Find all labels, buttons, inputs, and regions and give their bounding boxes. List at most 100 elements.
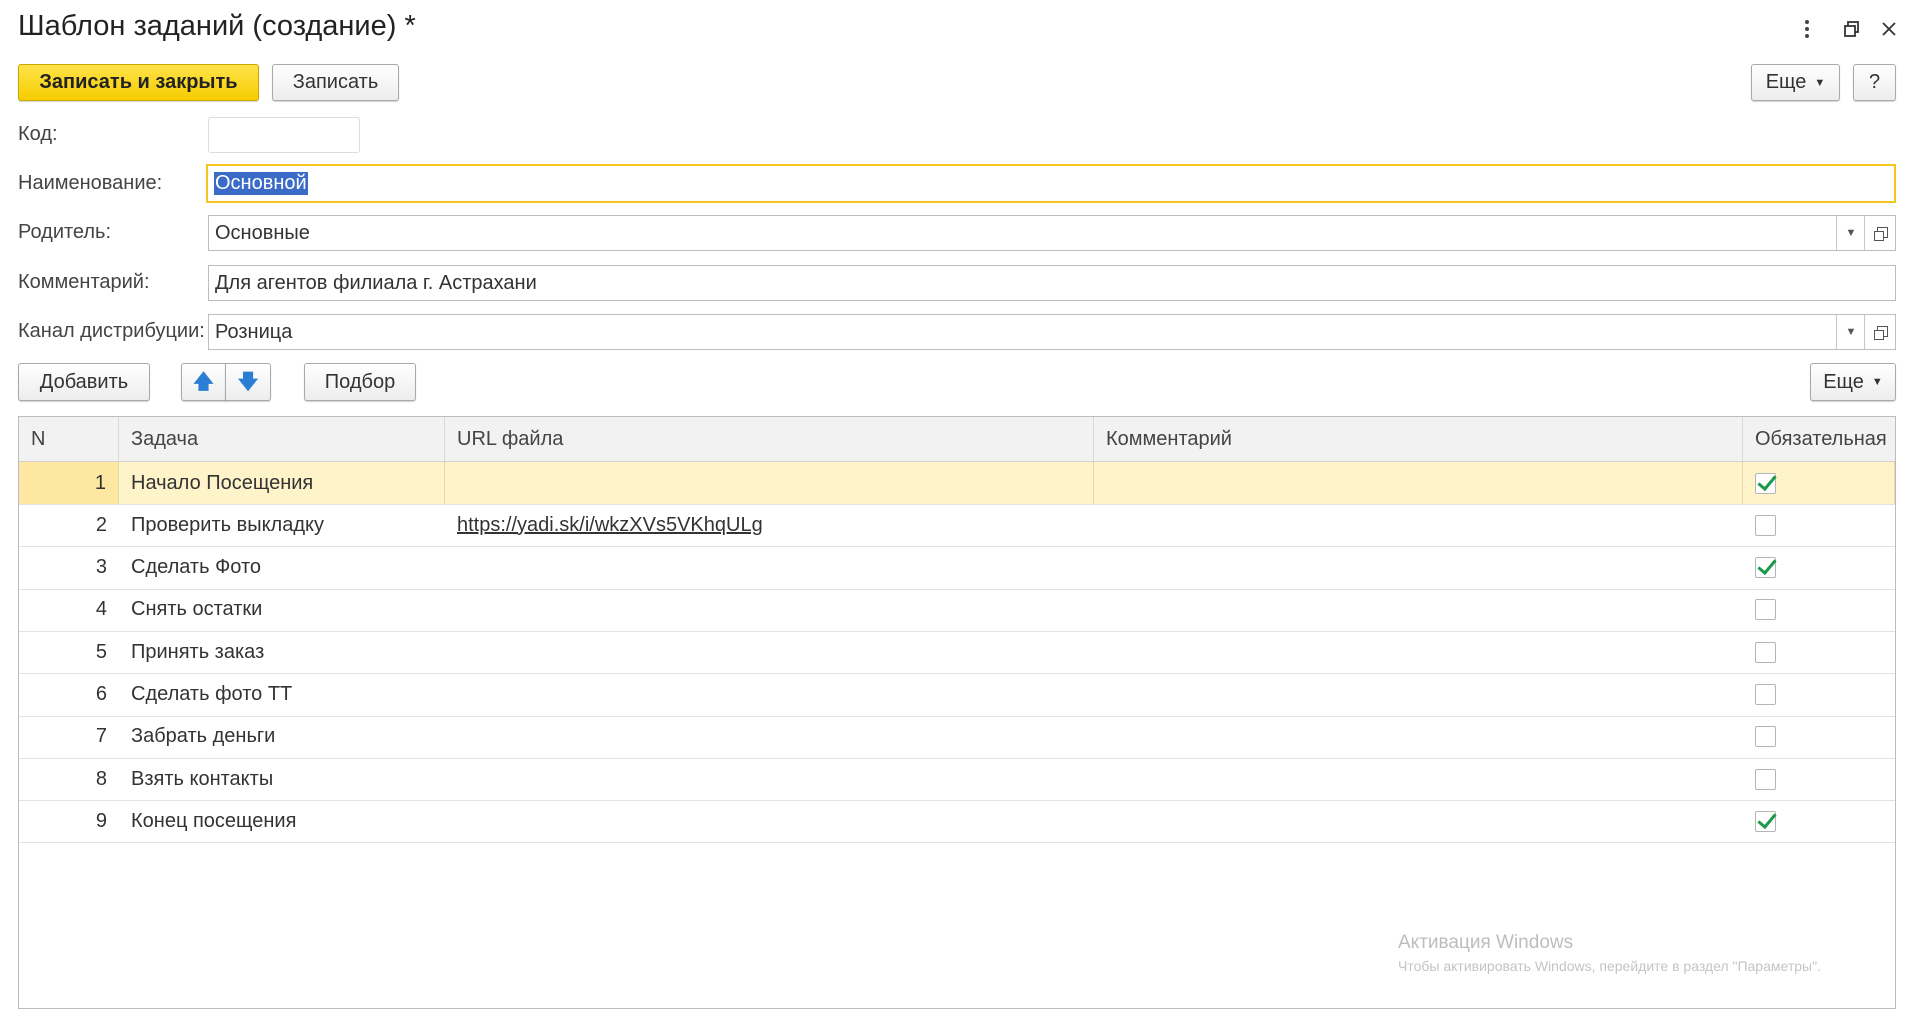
required-checkbox[interactable] xyxy=(1755,599,1776,621)
required-checkbox[interactable] xyxy=(1755,641,1776,663)
tasks-table: N Задача URL файла Комментарий Обязатель… xyxy=(18,416,1896,1009)
url-cell[interactable] xyxy=(445,462,1094,504)
n-cell[interactable]: 9 xyxy=(19,800,119,842)
required-cell[interactable] xyxy=(1743,716,1895,758)
required-checkbox[interactable] xyxy=(1755,472,1776,494)
table-row[interactable]: 3 Сделать Фото xyxy=(19,547,1895,590)
pick-button[interactable]: Подбор xyxy=(304,363,416,401)
url-cell[interactable]: https://yadi.sk/i/wkzXVs5VKhqULg xyxy=(445,504,1094,546)
arrow-down-icon: 🡇 xyxy=(237,371,259,393)
n-cell[interactable]: 4 xyxy=(19,589,119,631)
chevron-down-icon: ▼ xyxy=(1871,376,1883,388)
n-cell[interactable]: 1 xyxy=(19,462,119,504)
column-header-comment[interactable]: Комментарий xyxy=(1094,417,1743,461)
comment-field[interactable]: Для агентов филиала г. Астрахани xyxy=(208,265,1896,301)
column-header-url[interactable]: URL файла xyxy=(445,417,1094,461)
channel-open-button[interactable] xyxy=(1864,315,1895,349)
required-cell[interactable] xyxy=(1743,674,1895,716)
watermark-subtitle: Чтобы активировать Windows, перейдите в … xyxy=(1398,958,1821,974)
required-cell[interactable] xyxy=(1743,631,1895,673)
comment-cell[interactable] xyxy=(1094,589,1743,631)
url-cell[interactable] xyxy=(445,800,1094,842)
required-checkbox[interactable] xyxy=(1755,726,1776,748)
task-cell[interactable]: Конец посещения xyxy=(119,800,445,842)
comment-cell[interactable] xyxy=(1094,462,1743,504)
required-cell[interactable] xyxy=(1743,547,1895,589)
table-row[interactable]: 1 Начало Посещения xyxy=(19,462,1895,505)
table-more-button[interactable]: Еще ▼ xyxy=(1810,363,1896,401)
help-button[interactable]: ? xyxy=(1853,64,1896,101)
task-cell[interactable]: Взять контакты xyxy=(119,758,445,800)
required-checkbox[interactable] xyxy=(1755,810,1776,832)
move-up-button[interactable]: 🡅 xyxy=(181,363,226,401)
required-checkbox[interactable] xyxy=(1755,514,1776,536)
task-cell[interactable]: Забрать деньги xyxy=(119,716,445,758)
save-and-close-button[interactable]: Записать и закрыть xyxy=(18,64,259,101)
table-row[interactable]: 7 Забрать деньги xyxy=(19,716,1895,759)
parent-open-button[interactable] xyxy=(1864,216,1895,250)
n-cell[interactable]: 8 xyxy=(19,758,119,800)
n-cell[interactable]: 5 xyxy=(19,631,119,673)
comment-cell[interactable] xyxy=(1094,800,1743,842)
task-cell[interactable]: Начало Посещения xyxy=(119,462,445,504)
channel-field[interactable]: Розница ▼ xyxy=(208,314,1896,350)
code-field[interactable] xyxy=(208,117,360,153)
n-cell[interactable]: 2 xyxy=(19,504,119,546)
restore-window-icon[interactable] xyxy=(1837,14,1867,44)
task-cell[interactable]: Сделать фото ТТ xyxy=(119,674,445,716)
table-row[interactable]: 5 Принять заказ xyxy=(19,631,1895,675)
table-row[interactable]: 6 Сделать фото ТТ xyxy=(19,674,1895,717)
channel-dropdown-button[interactable]: ▼ xyxy=(1836,315,1865,349)
column-header-required[interactable]: Обязательная xyxy=(1743,417,1895,461)
table-row[interactable]: 8 Взять контакты xyxy=(19,758,1895,802)
required-cell[interactable] xyxy=(1743,462,1895,504)
column-header-n[interactable]: N xyxy=(19,417,119,461)
required-checkbox[interactable] xyxy=(1755,768,1776,790)
task-cell[interactable]: Принять заказ xyxy=(119,631,445,673)
required-cell[interactable] xyxy=(1743,589,1895,631)
add-row-button[interactable]: Добавить xyxy=(18,363,150,401)
name-field[interactable]: Основной xyxy=(206,164,1896,203)
parent-dropdown-button[interactable]: ▼ xyxy=(1836,216,1865,250)
comment-cell[interactable] xyxy=(1094,504,1743,546)
chevron-down-icon: ▼ xyxy=(1845,326,1857,338)
more-button[interactable]: Еще ▼ xyxy=(1751,64,1840,101)
required-cell[interactable] xyxy=(1743,800,1895,842)
n-cell[interactable]: 7 xyxy=(19,716,119,758)
url-cell[interactable] xyxy=(445,547,1094,589)
table-row[interactable]: 9 Конец посещения xyxy=(19,800,1895,844)
url-link[interactable]: https://yadi.sk/i/wkzXVs5VKhqULg xyxy=(457,514,763,537)
comment-cell[interactable] xyxy=(1094,631,1743,673)
arrow-up-icon: 🡅 xyxy=(193,371,214,393)
task-cell[interactable]: Сделать Фото xyxy=(119,547,445,589)
comment-cell[interactable] xyxy=(1094,674,1743,716)
name-label: Наименование: xyxy=(18,172,163,194)
url-cell[interactable] xyxy=(445,674,1094,716)
required-checkbox[interactable] xyxy=(1755,684,1776,705)
comment-cell[interactable] xyxy=(1094,716,1743,758)
save-button[interactable]: Записать xyxy=(272,64,399,101)
task-cell[interactable]: Снять остатки xyxy=(119,589,445,631)
column-header-task[interactable]: Задача xyxy=(119,417,445,461)
url-cell[interactable] xyxy=(445,758,1094,800)
url-cell[interactable] xyxy=(445,716,1094,758)
url-cell[interactable] xyxy=(445,589,1094,631)
n-cell[interactable]: 6 xyxy=(19,674,119,716)
table-row[interactable]: 2 Проверить выкладку https://yadi.sk/i/wkz… xyxy=(19,504,1895,548)
required-cell[interactable] xyxy=(1743,504,1895,546)
move-down-button[interactable]: 🡇 xyxy=(225,363,271,401)
parent-label: Родитель: xyxy=(18,221,112,243)
parent-field[interactable]: Основные ▼ xyxy=(208,215,1896,251)
table-row[interactable]: 4 Снять остатки xyxy=(19,589,1895,632)
channel-label: Канал дистрибуции: xyxy=(18,320,205,342)
required-checkbox[interactable] xyxy=(1755,557,1776,579)
required-cell[interactable] xyxy=(1743,758,1895,800)
channel-field-value: Розница xyxy=(215,320,293,343)
task-cell[interactable]: Проверить выкладку xyxy=(119,504,445,546)
close-icon[interactable] xyxy=(1874,14,1904,44)
kebab-menu-icon[interactable] xyxy=(1792,14,1822,44)
comment-cell[interactable] xyxy=(1094,758,1743,800)
comment-cell[interactable] xyxy=(1094,547,1743,589)
url-cell[interactable] xyxy=(445,631,1094,673)
n-cell[interactable]: 3 xyxy=(19,547,119,589)
